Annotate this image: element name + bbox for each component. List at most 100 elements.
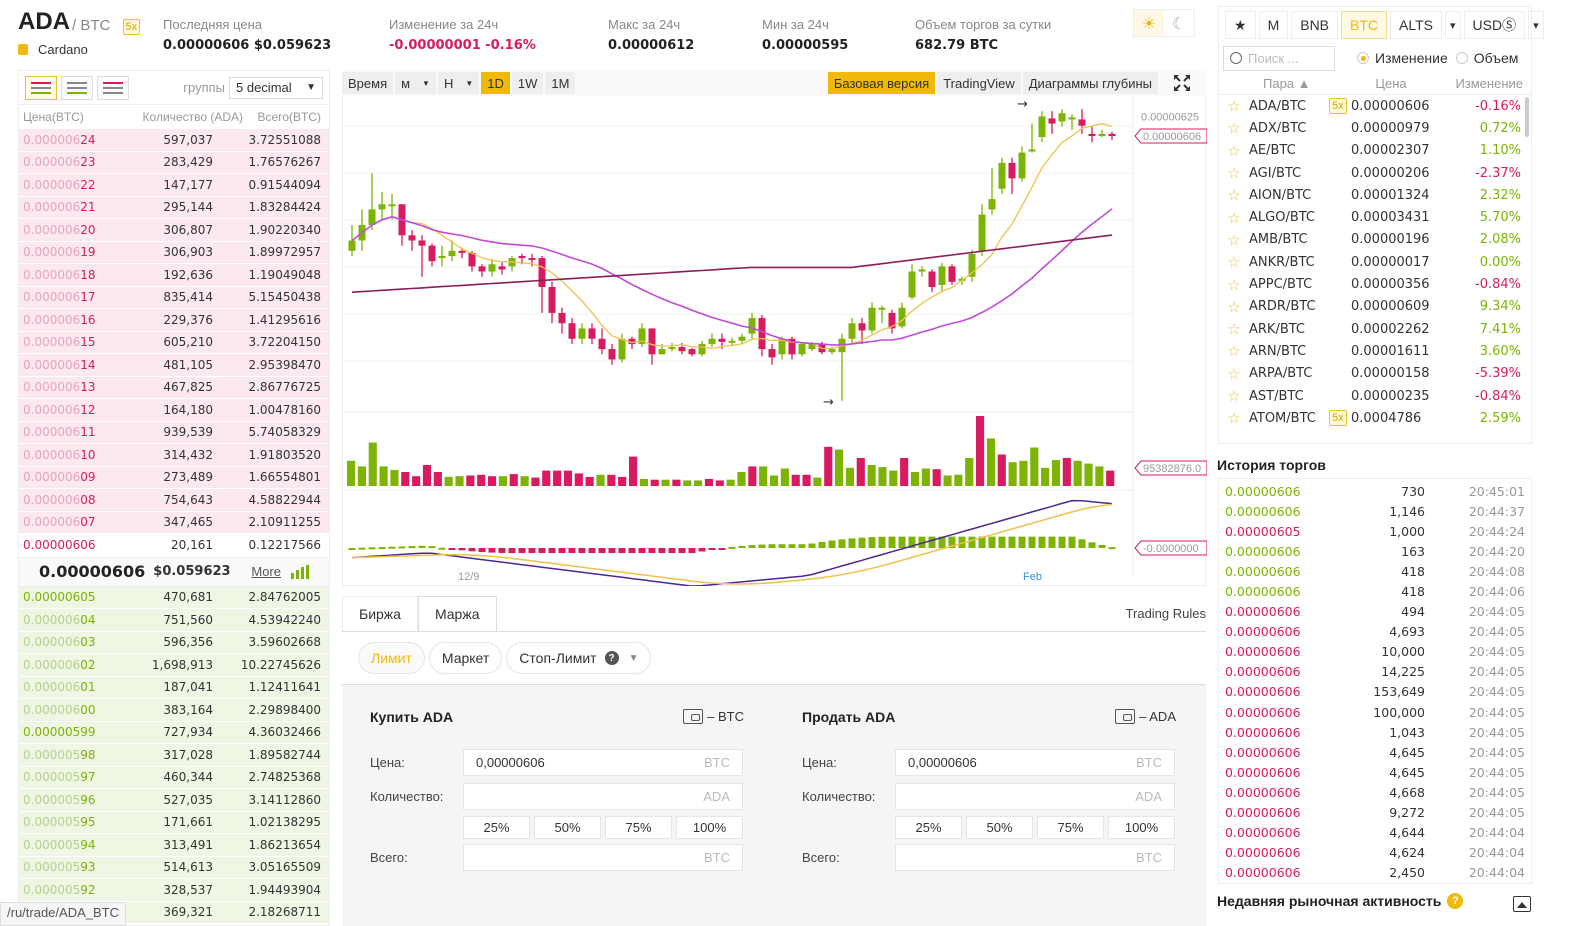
order-book-row[interactable]: 0.00000622 147,177 0.91544094: [19, 174, 329, 197]
order-type-limit[interactable]: Лимит: [358, 642, 425, 674]
radio-change[interactable]: Изменение: [1357, 50, 1448, 66]
star-icon[interactable]: ☆: [1219, 209, 1249, 227]
view-both-button[interactable]: [25, 75, 57, 100]
market-row[interactable]: ☆ ARPA/BTC 0.00000158 -5.39%: [1219, 363, 1531, 385]
fullscreen-button[interactable]: [1160, 72, 1204, 94]
order-book-row[interactable]: 0.00000615 605,210 3.72204150: [19, 331, 329, 354]
more-link[interactable]: More: [251, 564, 281, 579]
buy-amount-input[interactable]: ADA: [463, 783, 743, 810]
market-row[interactable]: ☆ ANKR/BTC 0.00000017 0.00%: [1219, 251, 1531, 273]
star-icon[interactable]: ☆: [1219, 409, 1249, 427]
order-book-row[interactable]: 0.00000616 229,376 1.41295616: [19, 309, 329, 332]
order-book-row[interactable]: 0.00000599 727,934 4.36032466: [19, 721, 329, 744]
star-icon[interactable]: ☆: [1219, 97, 1249, 115]
sell-amount-input[interactable]: ADA: [895, 783, 1175, 810]
help-icon[interactable]: ?: [604, 651, 619, 665]
market-row[interactable]: ☆ ATOM/BTC 5x 0.0004786 2.59%: [1219, 407, 1531, 429]
chart-view-2[interactable]: Диаграммы глубины: [1022, 72, 1158, 94]
tab-exchange[interactable]: Биржа: [342, 596, 418, 631]
market-row[interactable]: ☆ ADX/BTC 0.00000979 0.72%: [1219, 117, 1531, 139]
sell-price-input[interactable]: 0,00000606 BTC: [895, 749, 1175, 776]
market-tab-2[interactable]: BNB: [1291, 11, 1339, 39]
buy-total-input[interactable]: BTC: [463, 844, 743, 871]
view-asks-button[interactable]: [97, 75, 129, 100]
market-row[interactable]: ☆ ALGO/BTC 0.00003431 5.70%: [1219, 206, 1531, 228]
star-icon[interactable]: ☆: [1219, 365, 1249, 383]
order-book-row[interactable]: 0.00000623 283,429 1.76576267: [19, 151, 329, 174]
order-book-row[interactable]: 0.00000619 306,903 1.89972957: [19, 241, 329, 264]
order-book-row[interactable]: 0.00000618 192,636 1.19049048: [19, 264, 329, 287]
trading-rules-link[interactable]: Trading Rules: [1126, 596, 1206, 631]
radio-volume[interactable]: Объем: [1455, 50, 1518, 66]
order-book-row[interactable]: 0.00000608 754,643 4.58822944: [19, 489, 329, 512]
market-tab-4[interactable]: ALTS: [1390, 11, 1443, 39]
star-icon[interactable]: ☆: [1219, 298, 1249, 316]
buy-pct-25[interactable]: 25%: [463, 816, 530, 839]
tab-margin[interactable]: Маржа: [417, 596, 497, 631]
buy-pct-50[interactable]: 50%: [534, 816, 601, 839]
order-book-row[interactable]: 0.00000621 295,144 1.83284424: [19, 196, 329, 219]
order-book-row[interactable]: 0.00000593 514,613 3.05165509: [19, 856, 329, 879]
market-scrollbar[interactable]: [1525, 97, 1529, 137]
coin-name[interactable]: Cardano: [18, 42, 88, 57]
interval-1M[interactable]: 1M: [545, 72, 576, 94]
order-type-stop-limit[interactable]: Стоп-Лимит? ▼: [506, 642, 652, 674]
buy-price-input[interactable]: 0,00000606 BTC: [463, 749, 743, 776]
star-icon[interactable]: ☆: [1219, 276, 1249, 294]
sell-pct-50[interactable]: 50%: [966, 816, 1033, 839]
market-row[interactable]: ☆ ARK/BTC 0.00002262 7.41%: [1219, 318, 1531, 340]
market-search-input[interactable]: Поиск ...: [1223, 45, 1335, 71]
star-icon[interactable]: ☆: [1219, 320, 1249, 338]
sell-pct-100[interactable]: 100%: [1108, 816, 1175, 839]
moon-icon[interactable]: ☾: [1164, 10, 1194, 36]
market-tab-0[interactable]: ★: [1225, 11, 1256, 39]
market-tab-7[interactable]: ▾: [1528, 11, 1544, 39]
star-icon[interactable]: ☆: [1219, 342, 1249, 360]
order-book-row[interactable]: 0.00000605 470,681 2.84762005: [19, 586, 329, 609]
market-tab-1[interactable]: M: [1258, 11, 1289, 39]
order-book-row[interactable]: 0.00000598 317,028 1.89582744: [19, 744, 329, 767]
col-price[interactable]: Цена: [1351, 76, 1431, 91]
view-bids-button[interactable]: [61, 75, 93, 100]
star-icon[interactable]: ☆: [1219, 231, 1249, 249]
order-book-row[interactable]: 0.00000602 1,698,913 10.22745626: [19, 654, 329, 677]
buy-pct-100[interactable]: 100%: [676, 816, 743, 839]
col-change[interactable]: Изменение: [1431, 76, 1523, 91]
order-book-row[interactable]: 0.00000609 273,489 1.66554801: [19, 466, 329, 489]
market-row[interactable]: ☆ ARN/BTC 0.00001611 3.60%: [1219, 340, 1531, 362]
interval-Время[interactable]: Время: [342, 72, 394, 94]
order-book-row[interactable]: 0.00000597 460,344 2.74825368: [19, 766, 329, 789]
star-icon[interactable]: ☆: [1219, 253, 1249, 271]
star-icon[interactable]: ☆: [1219, 164, 1249, 182]
sell-pct-75[interactable]: 75%: [1037, 816, 1104, 839]
chart-view-1[interactable]: TradingView: [937, 72, 1021, 94]
market-row[interactable]: ☆ AGI/BTC 0.00000206 -2.37%: [1219, 162, 1531, 184]
star-icon[interactable]: ☆: [1219, 142, 1249, 160]
star-icon[interactable]: ☆: [1219, 387, 1249, 405]
order-type-market[interactable]: Маркет: [428, 642, 503, 674]
order-book-row[interactable]: 0.00000624 597,037 3.72551088: [19, 129, 329, 152]
buy-pct-75[interactable]: 75%: [605, 816, 672, 839]
star-icon[interactable]: ☆: [1219, 119, 1249, 137]
market-tab-5[interactable]: ▾: [1445, 11, 1461, 39]
interval-1W[interactable]: 1W: [511, 72, 544, 94]
order-book-row[interactable]: 0.00000595 171,661 1.02138295: [19, 811, 329, 834]
market-row[interactable]: ☆ ADA/BTC 5x 0.00000606 -0.16%: [1219, 95, 1531, 117]
order-book-row[interactable]: 0.00000617 835,414 5.15450438: [19, 286, 329, 309]
interval-1D[interactable]: 1D: [481, 72, 510, 94]
chart-view-0[interactable]: Базовая версия: [827, 72, 936, 94]
sell-pct-25[interactable]: 25%: [895, 816, 962, 839]
groups-select[interactable]: 5 decimal ▼: [229, 76, 323, 99]
order-book-row[interactable]: 0.00000607 347,465 2.10911255: [19, 511, 329, 534]
order-book-row[interactable]: 0.00000594 313,491 1.86213654: [19, 834, 329, 857]
order-book-row[interactable]: 0.00000596 527,035 3.14112860: [19, 789, 329, 812]
sun-icon[interactable]: ☀: [1134, 10, 1164, 36]
interval-м[interactable]: м ▼: [395, 72, 436, 94]
order-book-row[interactable]: 0.00000612 164,180 1.00478160: [19, 399, 329, 422]
order-book-row[interactable]: 0.00000614 481,105 2.95398470: [19, 354, 329, 377]
sell-total-input[interactable]: BTC: [895, 844, 1175, 871]
help-icon[interactable]: ?: [1447, 893, 1464, 909]
market-row[interactable]: ☆ ARDR/BTC 0.00000609 9.34%: [1219, 296, 1531, 318]
order-book-row[interactable]: 0.00000610 314,432 1.91803520: [19, 444, 329, 467]
order-book-row[interactable]: 0.00000620 306,807 1.90220340: [19, 219, 329, 242]
